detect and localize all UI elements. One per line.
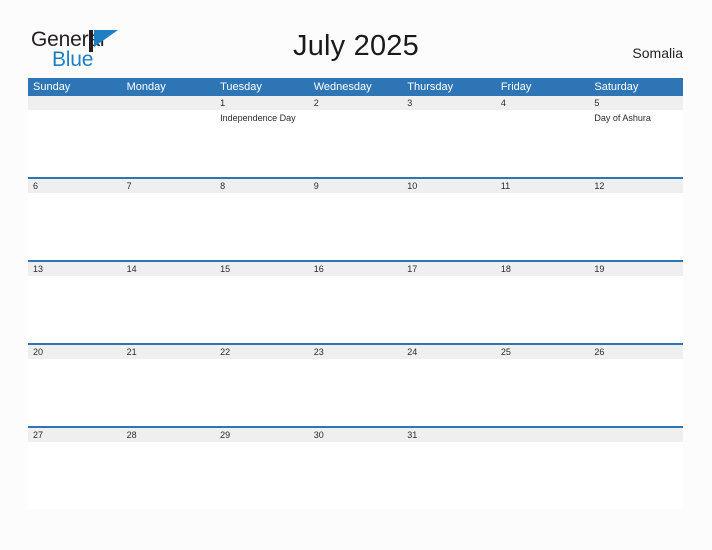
day-cell[interactable] (402, 193, 496, 260)
day-cell[interactable] (589, 276, 683, 343)
day-cell[interactable] (28, 110, 122, 177)
day-number[interactable]: 12 (589, 179, 683, 193)
day-number[interactable]: 6 (28, 179, 122, 193)
day-cell[interactable] (28, 276, 122, 343)
calendar-grid: Sunday Monday Tuesday Wednesday Thursday… (28, 78, 683, 509)
week-event-band (28, 442, 683, 509)
day-cell[interactable] (215, 359, 309, 426)
day-number[interactable]: 18 (496, 262, 590, 276)
day-number[interactable]: 24 (402, 345, 496, 359)
week-date-band: 1 2 3 4 5 (28, 96, 683, 110)
day-header-friday: Friday (500, 81, 532, 93)
day-cell[interactable] (309, 359, 403, 426)
day-cell[interactable] (215, 442, 309, 509)
week-date-band: 6 7 8 9 10 11 12 (28, 179, 683, 193)
day-number[interactable]: 25 (496, 345, 590, 359)
week-event-band: Independence Day Day of Ashura (28, 110, 683, 177)
day-number[interactable]: 1 (215, 96, 309, 110)
day-number[interactable] (589, 428, 683, 442)
week-event-band (28, 359, 683, 426)
event-label: Day of Ashura (594, 113, 651, 123)
week-date-band: 20 21 22 23 24 25 26 (28, 345, 683, 359)
day-header-tuesday: Tuesday (220, 81, 262, 93)
day-number[interactable]: 2 (309, 96, 403, 110)
day-number[interactable]: 19 (589, 262, 683, 276)
day-number[interactable]: 26 (589, 345, 683, 359)
day-number[interactable]: 31 (402, 428, 496, 442)
day-cell[interactable] (309, 110, 403, 177)
day-number[interactable] (28, 96, 122, 110)
page-title: July 2025 (293, 30, 419, 62)
day-cell[interactable] (215, 276, 309, 343)
day-header-wednesday: Wednesday (313, 81, 372, 93)
day-cell[interactable] (122, 359, 216, 426)
week-date-band: 13 14 15 16 17 18 19 (28, 262, 683, 276)
day-number[interactable]: 14 (122, 262, 216, 276)
day-cell[interactable] (28, 193, 122, 260)
day-cell[interactable] (122, 442, 216, 509)
day-number[interactable]: 22 (215, 345, 309, 359)
day-cell[interactable] (122, 276, 216, 343)
day-number[interactable]: 8 (215, 179, 309, 193)
day-number[interactable]: 27 (28, 428, 122, 442)
day-cell[interactable] (496, 359, 590, 426)
day-number[interactable]: 20 (28, 345, 122, 359)
day-cell[interactable] (309, 276, 403, 343)
day-cell[interactable] (589, 193, 683, 260)
day-cell[interactable]: Day of Ashura (589, 110, 683, 177)
day-cell[interactable] (28, 442, 122, 509)
day-number[interactable]: 29 (215, 428, 309, 442)
day-header-saturday: Saturday (594, 81, 639, 93)
day-number[interactable]: 23 (309, 345, 403, 359)
day-cell[interactable] (496, 276, 590, 343)
day-cell[interactable] (496, 110, 590, 177)
day-cell[interactable] (215, 193, 309, 260)
day-number[interactable]: 28 (122, 428, 216, 442)
day-number[interactable]: 30 (309, 428, 403, 442)
day-header-monday: Monday (126, 81, 166, 93)
day-of-week-header-row: Sunday Monday Tuesday Wednesday Thursday… (28, 78, 683, 96)
day-number[interactable] (496, 428, 590, 442)
day-number[interactable]: 7 (122, 179, 216, 193)
day-cell[interactable] (122, 193, 216, 260)
calendar-week-row: 1 2 3 4 5 Independence Day Day of Ashura (28, 96, 683, 177)
event-label: Independence Day (220, 113, 296, 123)
day-cell[interactable] (589, 359, 683, 426)
day-cell[interactable] (402, 276, 496, 343)
day-number[interactable] (122, 96, 216, 110)
day-number[interactable]: 9 (309, 179, 403, 193)
day-cell[interactable] (402, 442, 496, 509)
day-number[interactable]: 5 (589, 96, 683, 110)
country-label: Somalia (632, 45, 683, 61)
day-cell[interactable] (309, 442, 403, 509)
day-cell[interactable] (122, 110, 216, 177)
day-number[interactable]: 4 (496, 96, 590, 110)
day-cell[interactable] (309, 193, 403, 260)
day-cell[interactable] (402, 359, 496, 426)
day-number[interactable]: 16 (309, 262, 403, 276)
week-event-band (28, 276, 683, 343)
day-number[interactable]: 21 (122, 345, 216, 359)
day-cell[interactable] (496, 442, 590, 509)
day-number[interactable]: 10 (402, 179, 496, 193)
calendar-week-row: 20 21 22 23 24 25 26 (28, 343, 683, 426)
day-number[interactable]: 17 (402, 262, 496, 276)
day-cell[interactable] (28, 359, 122, 426)
day-header-sunday: Sunday (33, 81, 71, 93)
day-header-thursday: Thursday (407, 81, 454, 93)
week-date-band: 27 28 29 30 31 (28, 428, 683, 442)
day-cell[interactable]: Independence Day (215, 110, 309, 177)
day-number[interactable]: 13 (28, 262, 122, 276)
day-cell[interactable] (589, 442, 683, 509)
day-cell[interactable] (496, 193, 590, 260)
day-number[interactable]: 11 (496, 179, 590, 193)
day-number[interactable]: 3 (402, 96, 496, 110)
page-header: General Blue July 2025 Somalia (0, 0, 712, 78)
day-number[interactable]: 15 (215, 262, 309, 276)
calendar-week-row: 6 7 8 9 10 11 12 (28, 177, 683, 260)
calendar-week-row: 27 28 29 30 31 (28, 426, 683, 509)
day-cell[interactable] (402, 110, 496, 177)
week-event-band (28, 193, 683, 260)
calendar-week-row: 13 14 15 16 17 18 19 (28, 260, 683, 343)
